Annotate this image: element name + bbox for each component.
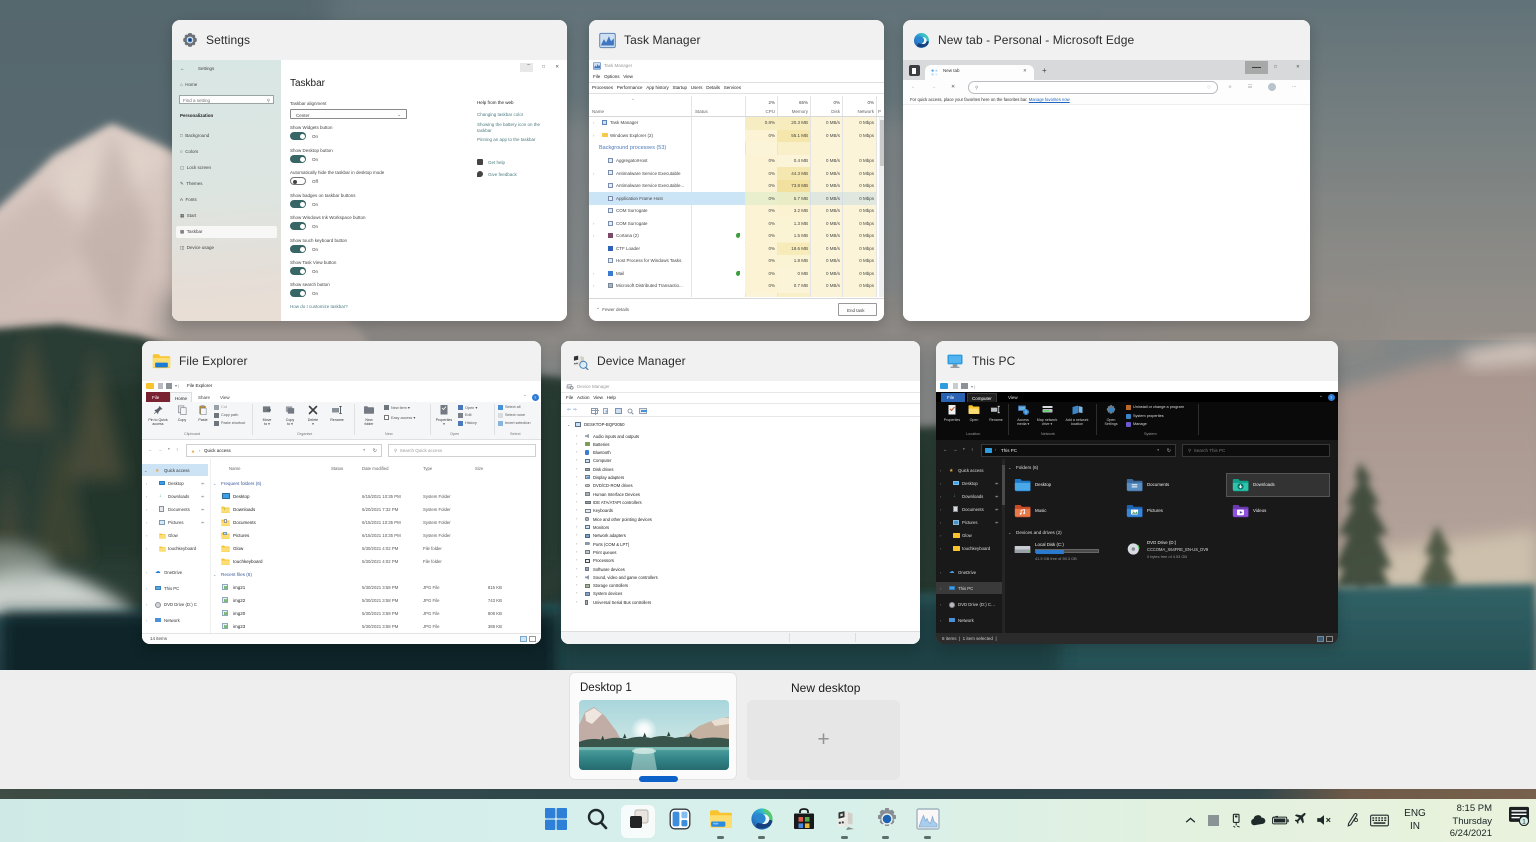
svg-text:1: 1: [1522, 818, 1526, 825]
